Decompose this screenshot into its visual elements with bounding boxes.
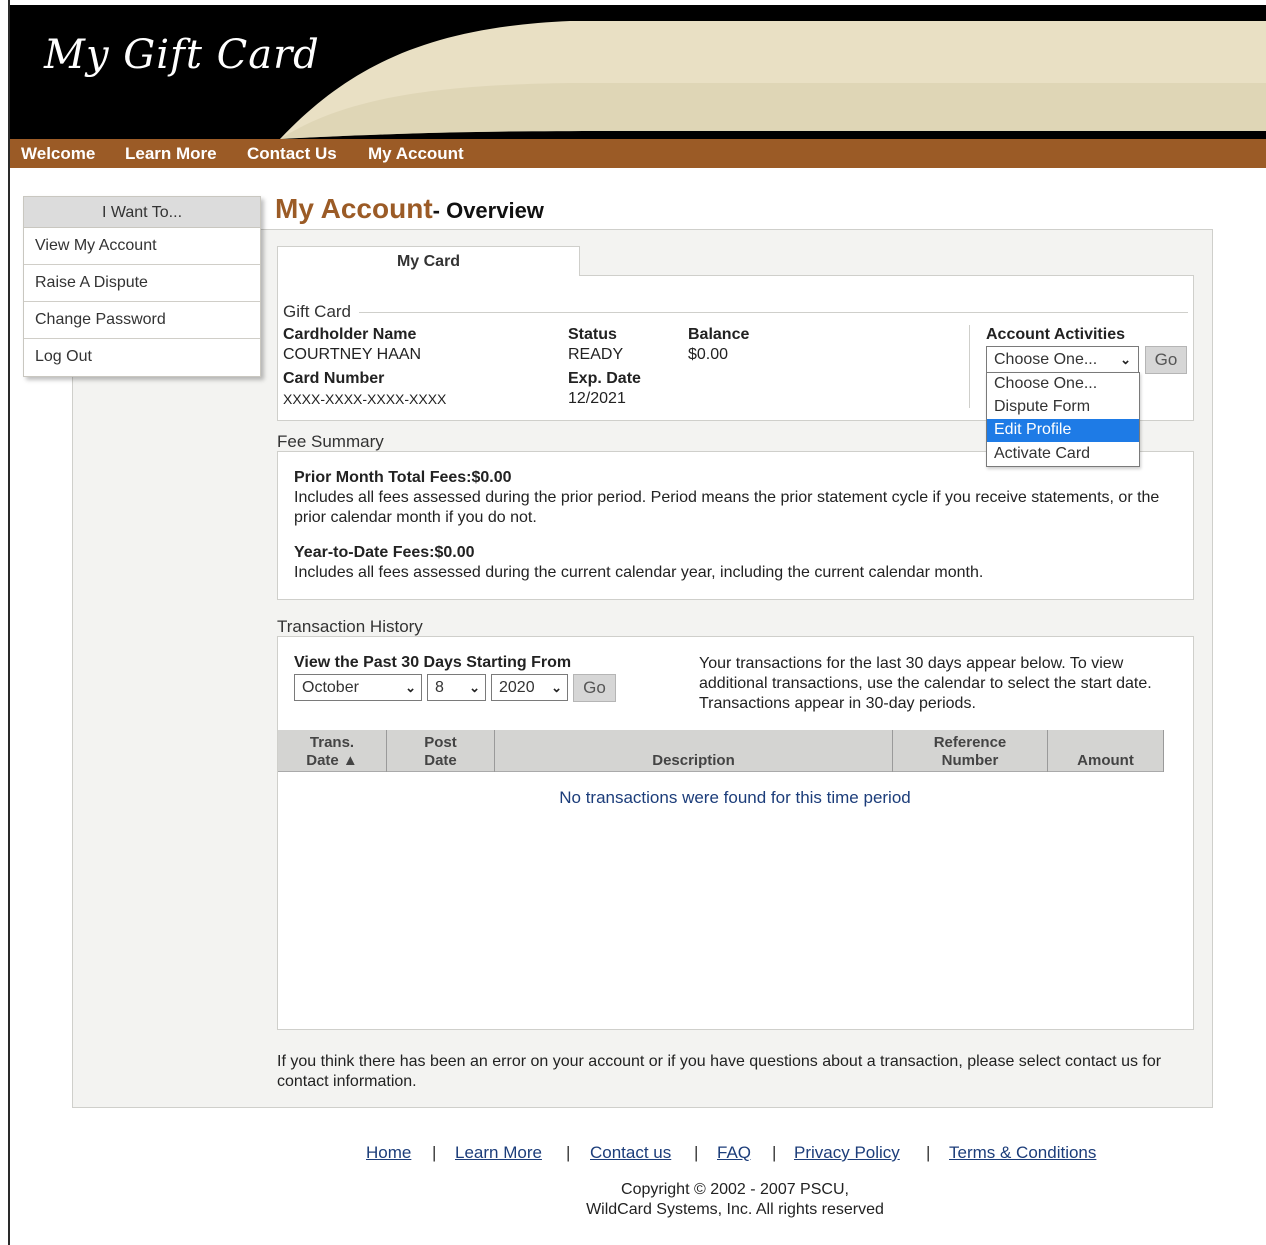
nav-welcome[interactable]: Welcome (21, 144, 95, 164)
column-post-date-line1: Post (424, 734, 457, 751)
page-subtitle: - Overview (432, 198, 544, 223)
footer-separator: | (926, 1143, 931, 1162)
balance-value: $0.00 (688, 346, 729, 363)
prior-month-fees: Prior Month Total Fees:$0.00 (294, 469, 512, 486)
prior-month-fees-desc: Includes all fees assessed during the pr… (294, 489, 1160, 526)
transaction-table-header: Trans. Date ▲ Post Date Description Refere… (278, 730, 1164, 772)
account-activities-go-button[interactable]: Go (1145, 346, 1187, 374)
sidebar-menu: I Want To... View My Account Raise A Dis… (23, 196, 261, 377)
account-activities-selected: Choose One... (994, 351, 1098, 368)
error-contact-note: If you think there has been an error on … (277, 1053, 1162, 1090)
transaction-history-title: Transaction History (277, 617, 423, 636)
day-select-value: 8 (435, 679, 444, 696)
sidebar-item-raise-dispute[interactable]: Raise A Dispute (24, 265, 260, 302)
page-title: My Account- Overview (275, 193, 544, 225)
account-activities-select[interactable]: Choose One... ⌄ (986, 346, 1139, 373)
footer-separator: | (772, 1143, 777, 1162)
account-activities-label: Account Activities (986, 326, 1125, 343)
footer-separator: | (694, 1143, 699, 1162)
copyright-line1: Copyright © 2002 - 2007 PSCU, (621, 1181, 849, 1198)
footer-link-faq[interactable]: FAQ (717, 1143, 751, 1163)
card-number-label: Card Number (283, 370, 385, 387)
year-select-value: 2020 (499, 679, 535, 696)
exp-date-label: Exp. Date (568, 370, 641, 387)
dropdown-option-activate-card[interactable]: Activate Card (987, 443, 1139, 466)
column-reference-line1: Reference (933, 734, 1007, 751)
transactions-go-button[interactable]: Go (573, 674, 616, 702)
footer-separator: | (432, 1143, 437, 1162)
tab-my-card[interactable]: My Card (277, 246, 580, 276)
column-reference-number[interactable]: Reference Number (893, 730, 1048, 772)
vertical-divider (969, 325, 970, 408)
cardholder-label: Cardholder Name (283, 326, 417, 343)
account-activities-dropdown-list: Choose One... Dispute Form Edit Profile … (986, 372, 1140, 467)
status-label: Status (568, 326, 617, 343)
page-frame-border (8, 0, 10, 1245)
column-reference-line2: Number (941, 752, 999, 769)
footer-separator: | (566, 1143, 571, 1162)
status-value: READY (568, 346, 624, 363)
balance-label: Balance (688, 326, 750, 343)
sidebar-item-view-account[interactable]: View My Account (24, 228, 260, 265)
copyright-line2: WildCard Systems, Inc. All rights reserv… (586, 1201, 884, 1218)
footer-link-home[interactable]: Home (366, 1143, 411, 1163)
column-post-date[interactable]: Post Date (387, 730, 495, 772)
footer-link-privacy-policy[interactable]: Privacy Policy (794, 1143, 900, 1163)
ytd-fees-desc: Includes all fees assessed during the cu… (294, 564, 984, 581)
column-trans-date-line2: Date ▲ (306, 752, 358, 769)
column-description-label: Description (652, 752, 735, 769)
fee-summary-title: Fee Summary (277, 432, 384, 451)
column-post-date-line2: Date (424, 752, 457, 769)
sidebar-item-log-out[interactable]: Log Out (24, 339, 260, 376)
dropdown-option-edit-profile[interactable]: Edit Profile (987, 419, 1139, 442)
chevron-down-icon: ⌄ (405, 680, 416, 695)
card-number-value: XXXX-XXXX-XXXX-XXXX (283, 391, 447, 407)
footer-link-contact-us[interactable]: Contact us (590, 1143, 671, 1163)
date-range-label: View the Past 30 Days Starting From (294, 654, 572, 671)
chevron-down-icon: ⌄ (551, 680, 562, 695)
ytd-fees: Year-to-Date Fees:$0.00 (294, 544, 475, 561)
month-select-value: October (302, 679, 359, 696)
copyright: Copyright © 2002 - 2007 PSCU, WildCard S… (480, 1180, 990, 1220)
dropdown-option-dispute-form[interactable]: Dispute Form (987, 396, 1139, 419)
footer-link-terms[interactable]: Terms & Conditions (949, 1143, 1096, 1163)
cardholder-value: COURTNEY HAAN (283, 346, 422, 363)
gift-card-legend: Gift Card (283, 302, 360, 322)
exp-date-value: 12/2021 (568, 390, 626, 407)
nav-learn-more[interactable]: Learn More (125, 144, 217, 164)
transactions-info: Your transactions for the last 30 days a… (699, 655, 1152, 712)
footer-link-learn-more[interactable]: Learn More (455, 1143, 542, 1163)
chevron-down-icon: ⌄ (469, 680, 480, 695)
month-select[interactable]: October ⌄ (294, 674, 422, 701)
nav-my-account[interactable]: My Account (368, 144, 464, 164)
column-trans-date[interactable]: Trans. Date ▲ (278, 730, 387, 772)
column-description[interactable]: Description (495, 730, 893, 772)
day-select[interactable]: 8 ⌄ (427, 674, 486, 701)
chevron-down-icon: ⌄ (1120, 352, 1131, 367)
nav-contact-us[interactable]: Contact Us (247, 144, 337, 164)
dropdown-option-choose-one[interactable]: Choose One... (987, 373, 1139, 396)
column-amount[interactable]: Amount (1048, 730, 1164, 772)
sidebar-item-change-password[interactable]: Change Password (24, 302, 260, 339)
page-title-main: My Account (275, 193, 433, 224)
column-trans-date-line1: Trans. (309, 734, 355, 751)
column-amount-label: Amount (1077, 752, 1134, 769)
sidebar-title: I Want To... (24, 197, 260, 228)
section-divider (283, 312, 1188, 313)
year-select[interactable]: 2020 ⌄ (491, 674, 568, 701)
no-transactions-message: No transactions were found for this time… (559, 788, 911, 807)
logo[interactable]: My Gift Card (44, 32, 320, 78)
